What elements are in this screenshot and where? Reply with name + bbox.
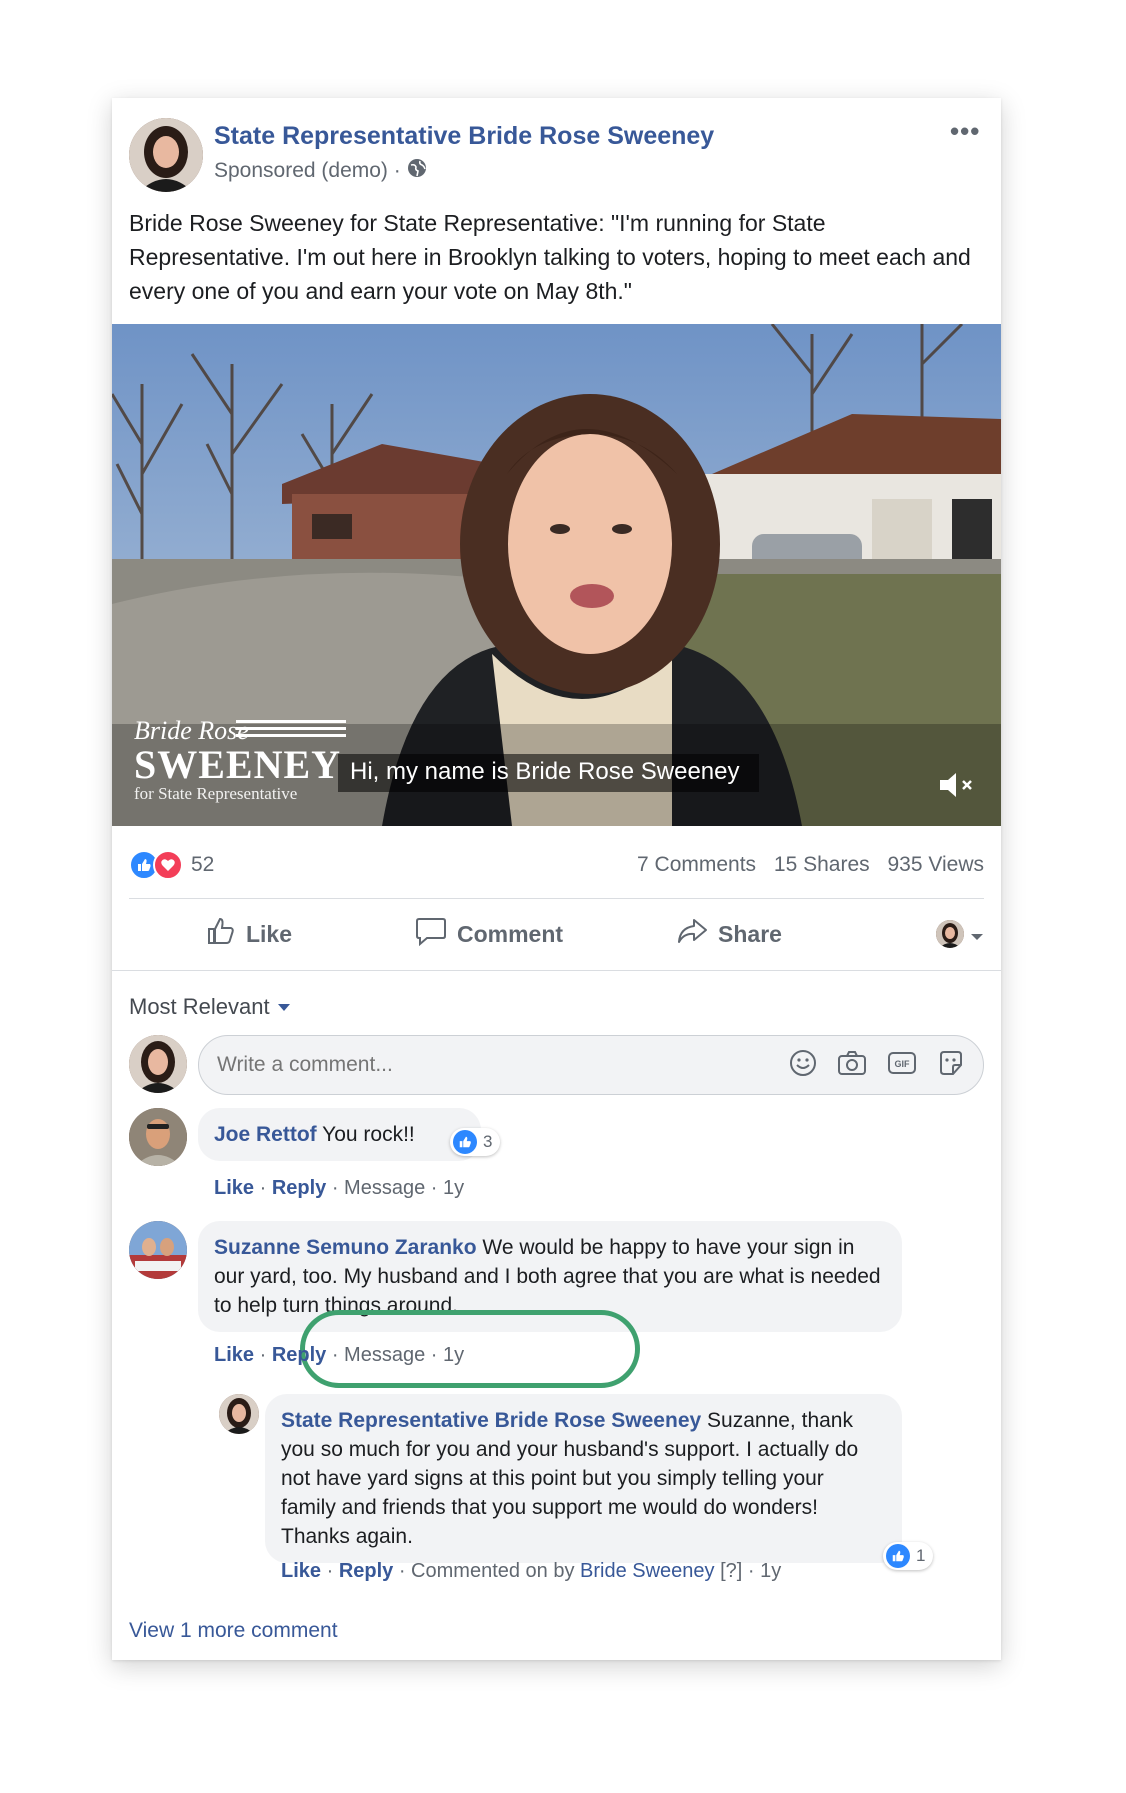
svg-text:GIF: GIF bbox=[895, 1059, 911, 1069]
comments-count-link[interactable]: 7 Comments bbox=[637, 853, 756, 876]
comment-like-badge[interactable]: 3 bbox=[450, 1128, 501, 1156]
comment-text: You rock!! bbox=[322, 1123, 415, 1146]
globe-icon bbox=[407, 158, 427, 184]
comment-author-link[interactable]: Joe Rettof bbox=[214, 1123, 317, 1146]
views-count: 935 Views bbox=[887, 853, 984, 876]
comment-actions: Like · Reply · Message · 1y bbox=[214, 1177, 465, 1199]
caret-down-icon bbox=[277, 1003, 290, 1011]
sticker-icon[interactable] bbox=[937, 1049, 965, 1082]
logo-name-text: SWEENEY bbox=[134, 742, 342, 787]
comment-bubble: Suzanne Semuno Zaranko We would be happy… bbox=[198, 1221, 902, 1332]
sort-label: Most Relevant bbox=[129, 994, 270, 1019]
comment-bubble: Joe Rettof You rock!! bbox=[198, 1108, 481, 1161]
sponsored-label: Sponsored (demo) · bbox=[214, 158, 427, 184]
speech-bubble-icon bbox=[415, 916, 447, 952]
share-label: Share bbox=[718, 920, 782, 947]
comment-reply-link[interactable]: Reply bbox=[272, 1344, 326, 1366]
mute-icon[interactable] bbox=[938, 770, 976, 805]
view-more-comments-link[interactable]: View 1 more comment bbox=[129, 1619, 338, 1643]
actions-divider bbox=[112, 970, 1001, 971]
comment-meta: · Message · 1y bbox=[326, 1344, 465, 1366]
reply-avatar[interactable] bbox=[219, 1394, 259, 1434]
comment-reply-link[interactable]: Reply bbox=[272, 1177, 326, 1199]
video-caption: Hi, my name is Bride Rose Sweeney bbox=[338, 754, 760, 792]
comment-author-link[interactable]: Suzanne Semuno Zaranko bbox=[214, 1236, 477, 1259]
comment-label: Comment bbox=[456, 920, 564, 947]
comment-meta: · Message · 1y bbox=[326, 1177, 465, 1199]
thumbs-up-icon bbox=[206, 916, 236, 952]
camera-icon[interactable] bbox=[837, 1049, 867, 1082]
like-button[interactable]: Like bbox=[129, 916, 369, 952]
like-badge-icon bbox=[453, 1130, 477, 1154]
logo-stripes bbox=[236, 720, 346, 737]
reply-meta: [?] · 1y bbox=[714, 1560, 782, 1582]
reply-like-count: 1 bbox=[916, 1546, 926, 1565]
user-avatar bbox=[129, 1035, 187, 1093]
comment-composer: GIF bbox=[198, 1035, 984, 1095]
reply-reply-link[interactable]: Reply bbox=[339, 1560, 393, 1582]
shares-count-link[interactable]: 15 Shares bbox=[774, 853, 870, 876]
post-card: State Representative Bride Rose Sweeney … bbox=[112, 98, 1001, 1660]
page-name-link[interactable]: State Representative Bride Rose Sweeney bbox=[214, 122, 714, 151]
post-text: Bride Rose Sweeney for State Representat… bbox=[129, 210, 971, 304]
comment-like-link[interactable]: Like bbox=[214, 1177, 254, 1199]
action-bar: Like Comment Share bbox=[129, 899, 984, 969]
reply-actions: Like · Reply · Commented on by Bride Swe… bbox=[281, 1560, 782, 1582]
commenter-avatar[interactable] bbox=[129, 1108, 187, 1166]
video-player[interactable]: Bride Rose SWEENEY for State Representat… bbox=[112, 324, 1001, 826]
chevron-down-icon bbox=[970, 921, 984, 948]
like-badge-icon bbox=[886, 1544, 910, 1568]
logo-sub-text: for State Representative bbox=[134, 784, 298, 803]
reply-like-badge[interactable]: 1 bbox=[883, 1542, 934, 1570]
reply-like-link[interactable]: Like bbox=[281, 1560, 321, 1582]
reaction-count: 52 bbox=[191, 853, 215, 876]
gif-icon[interactable]: GIF bbox=[887, 1049, 917, 1082]
comment-button[interactable]: Comment bbox=[369, 916, 609, 952]
share-arrow-icon bbox=[676, 917, 708, 951]
sponsored-text: Sponsored (demo) · bbox=[214, 159, 401, 182]
reply-bubble: State Representative Bride Rose Sweeney … bbox=[265, 1394, 902, 1563]
mini-avatar bbox=[936, 920, 964, 948]
share-button[interactable]: Share bbox=[609, 917, 849, 951]
like-label: Like bbox=[245, 920, 293, 947]
stat-links: 7 Comments 15 Shares 935 Views bbox=[625, 853, 984, 877]
comment-like-link[interactable]: Like bbox=[214, 1344, 254, 1366]
comment-like-count: 3 bbox=[483, 1132, 493, 1151]
composer-icons: GIF bbox=[789, 1049, 965, 1082]
more-options-icon[interactable]: ••• bbox=[950, 116, 980, 147]
commented-by-label: · Commented on by bbox=[393, 1560, 581, 1582]
comment-actions: Like · Reply · Message · 1y bbox=[214, 1344, 465, 1366]
comment-sort-dropdown[interactable]: Most Relevant bbox=[129, 994, 290, 1020]
page-avatar[interactable] bbox=[129, 118, 203, 192]
commented-by-link[interactable]: Bride Sweeney bbox=[580, 1560, 715, 1582]
audience-selector[interactable] bbox=[849, 920, 984, 948]
love-reaction-icon bbox=[153, 850, 183, 880]
reactions-summary[interactable]: 52 bbox=[129, 850, 214, 880]
emoji-icon[interactable] bbox=[789, 1049, 817, 1082]
reply-author-link[interactable]: State Representative Bride Rose Sweeney bbox=[281, 1409, 701, 1432]
post-stats: 52 7 Comments 15 Shares 935 Views bbox=[129, 850, 984, 880]
commenter-avatar[interactable] bbox=[129, 1221, 187, 1279]
comment-input[interactable] bbox=[217, 1053, 789, 1077]
